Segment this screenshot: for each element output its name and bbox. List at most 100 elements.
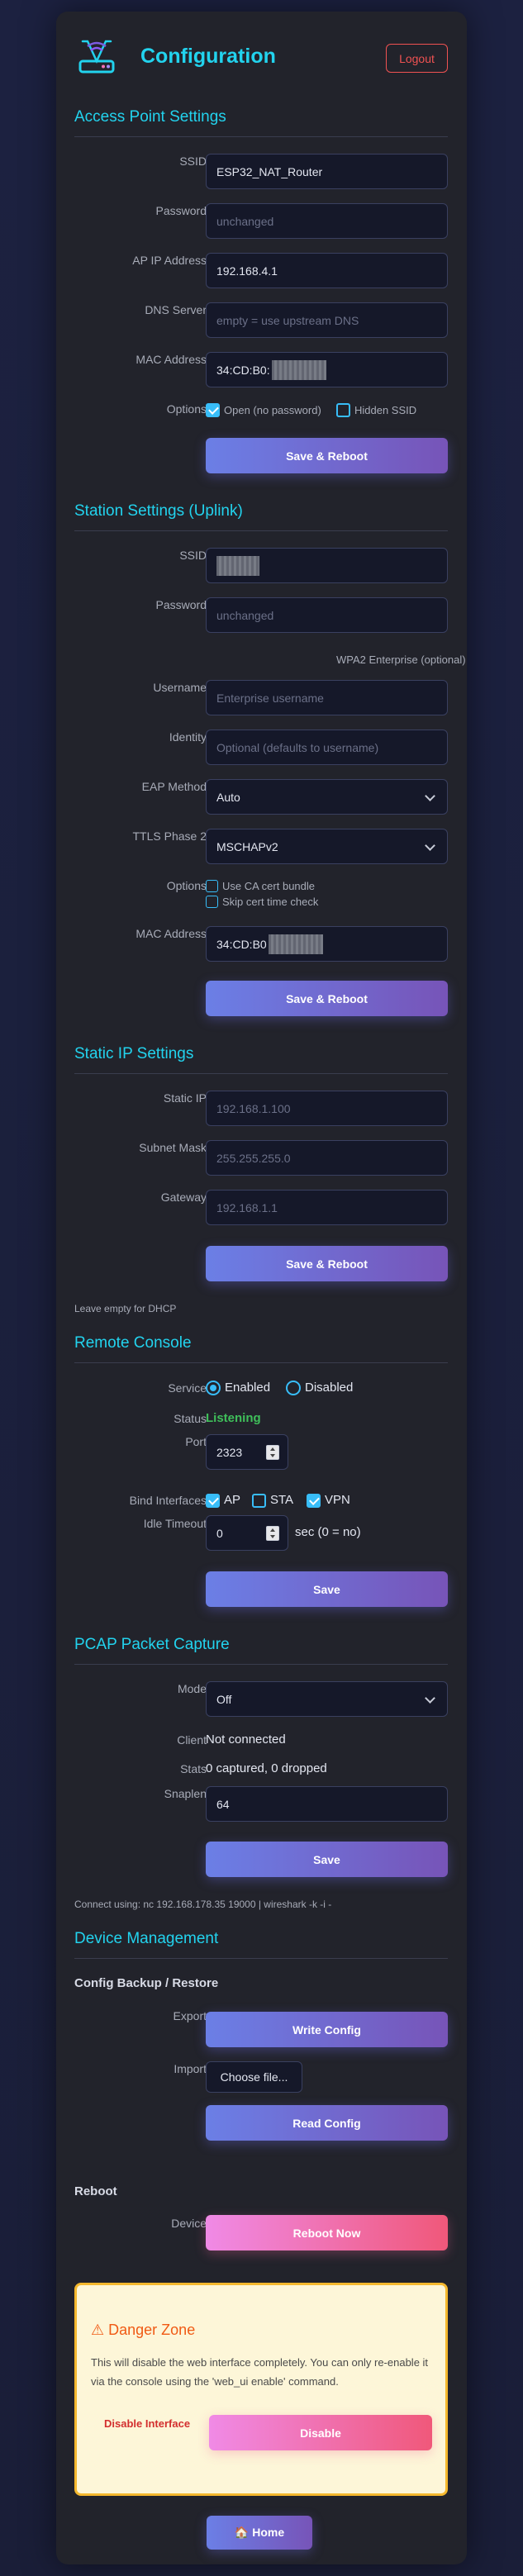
- identity-input[interactable]: Optional (defaults to username): [206, 730, 448, 765]
- choose-file-button[interactable]: Choose file...: [206, 2061, 302, 2093]
- sta-options-label: Options: [166, 879, 207, 892]
- device-label: Device: [171, 2217, 207, 2230]
- open-network-label: Open (no password): [224, 404, 321, 416]
- username-input[interactable]: Enterprise username: [206, 680, 448, 715]
- ap-save-reboot-button[interactable]: Save & Reboot: [206, 438, 448, 473]
- section-divider: [74, 1664, 448, 1665]
- ap-ssid-label: SSID: [179, 154, 207, 168]
- section-divider: [74, 1958, 448, 1959]
- pcap-mode-select[interactable]: Off: [206, 1681, 448, 1717]
- port-value: 2323: [216, 1445, 243, 1459]
- reboot-heading: Reboot: [74, 2184, 117, 2198]
- hidden-ssid-checkbox[interactable]: [336, 403, 350, 417]
- sta-mac-value: 34:CD:B0: [216, 937, 267, 951]
- static-ip-save-reboot-button[interactable]: Save & Reboot: [206, 1246, 448, 1281]
- backup-restore-heading: Config Backup / Restore: [74, 1976, 219, 1990]
- skip-time-checkbox[interactable]: [206, 896, 218, 908]
- console-status-value: Listening: [206, 1411, 261, 1425]
- ap-mac-label: MAC Address: [136, 353, 207, 366]
- open-network-checkbox[interactable]: [206, 403, 220, 417]
- gateway-input[interactable]: 192.168.1.1: [206, 1190, 448, 1225]
- home-button[interactable]: 🏠 Home: [207, 2516, 312, 2550]
- ap-password-input[interactable]: unchanged: [206, 203, 448, 239]
- eap-method-value: Auto: [216, 790, 240, 804]
- section-divider: [74, 530, 448, 531]
- idle-timeout-value: 0: [216, 1526, 223, 1540]
- bind-ap-checkbox[interactable]: [206, 1494, 220, 1508]
- username-label: Username: [153, 681, 207, 694]
- pcap-client-label: Client: [177, 1733, 207, 1747]
- bind-sta-checkbox[interactable]: [252, 1494, 266, 1508]
- dhcp-note: Leave empty for DHCP: [74, 1303, 177, 1314]
- reboot-now-button[interactable]: Reboot Now: [206, 2215, 448, 2250]
- ca-bundle-checkbox[interactable]: [206, 880, 218, 892]
- service-disabled-label: Disabled: [305, 1381, 354, 1395]
- subnet-mask-input[interactable]: 255.255.255.0: [206, 1140, 448, 1176]
- ttls-phase2-value: MSCHAPv2: [216, 839, 278, 853]
- bind-sta-label: STA: [270, 1493, 294, 1507]
- static-ip-input[interactable]: 192.168.1.100: [206, 1091, 448, 1126]
- write-config-button[interactable]: Write Config: [206, 2012, 448, 2047]
- router-wifi-icon: [78, 40, 115, 74]
- dns-server-input[interactable]: empty = use upstream DNS: [206, 302, 448, 338]
- danger-zone-title: ⚠ Danger Zone: [91, 2322, 196, 2338]
- section-title-static-ip: Static IP Settings: [74, 1045, 194, 1062]
- service-disabled-radio[interactable]: [286, 1381, 301, 1395]
- port-input[interactable]: 2323: [206, 1434, 288, 1470]
- danger-zone-text: This will disable the web interface comp…: [91, 2356, 429, 2388]
- section-title-ap: Access Point Settings: [74, 108, 226, 126]
- eap-method-select[interactable]: Auto: [206, 779, 448, 815]
- sta-password-label: Password: [155, 598, 207, 611]
- idle-timeout-input[interactable]: 0: [206, 1515, 288, 1551]
- sta-mac-input[interactable]: 34:CD:B0: [206, 926, 448, 962]
- hidden-ssid-label: Hidden SSID: [354, 404, 417, 416]
- sta-ssid-input[interactable]: [206, 548, 448, 583]
- service-enabled-label: Enabled: [225, 1381, 271, 1395]
- redacted-ssid-block: [216, 555, 259, 576]
- ap-mac-value: 34:CD:B0:: [216, 363, 270, 377]
- ap-options-label: Options: [166, 402, 207, 416]
- section-divider: [74, 1362, 448, 1363]
- port-stepper[interactable]: [266, 1445, 279, 1460]
- sta-ssid-label: SSID: [179, 549, 207, 562]
- pcap-mode-value: Off: [216, 1692, 232, 1706]
- bind-ap-label: AP: [224, 1493, 241, 1507]
- snaplen-input[interactable]: 64: [206, 1786, 448, 1822]
- bind-interfaces-label: Bind Interfaces: [129, 1494, 207, 1507]
- idle-timeout-suffix: sec (0 = no): [295, 1525, 361, 1539]
- enterprise-note: WPA2 Enterprise (optional): [336, 654, 466, 666]
- ap-mac-input[interactable]: 34:CD:B0:: [206, 352, 448, 387]
- section-title-pcap: PCAP Packet Capture: [74, 1636, 230, 1653]
- service-enabled-radio[interactable]: [206, 1381, 221, 1395]
- service-label: Service: [168, 1381, 207, 1395]
- identity-label: Identity: [169, 730, 207, 744]
- ca-bundle-label: Use CA cert bundle: [222, 880, 316, 892]
- sta-password-input[interactable]: unchanged: [206, 597, 448, 633]
- port-label: Port: [185, 1435, 207, 1448]
- pcap-save-button[interactable]: Save: [206, 1842, 448, 1877]
- pcap-stats-label: Stats: [180, 1762, 207, 1775]
- section-divider: [74, 136, 448, 137]
- idle-timeout-stepper[interactable]: [266, 1526, 279, 1541]
- ttls-phase2-select[interactable]: MSCHAPv2: [206, 829, 448, 864]
- page-header: Configuration Logout: [56, 12, 467, 102]
- ap-ip-input[interactable]: 192.168.4.1: [206, 253, 448, 288]
- logout-button[interactable]: Logout: [386, 44, 448, 73]
- bind-vpn-checkbox[interactable]: [307, 1494, 321, 1508]
- sta-mac-label: MAC Address: [136, 927, 207, 940]
- sta-save-reboot-button[interactable]: Save & Reboot: [206, 981, 448, 1016]
- console-save-button[interactable]: Save: [206, 1571, 448, 1607]
- status-label: Status: [174, 1412, 207, 1425]
- pcap-mode-label: Mode: [177, 1682, 207, 1695]
- ap-ssid-input[interactable]: ESP32_NAT_Router: [206, 154, 448, 189]
- subnet-mask-label: Subnet Mask: [139, 1141, 207, 1154]
- read-config-button[interactable]: Read Config: [206, 2105, 448, 2141]
- disable-button[interactable]: Disable: [209, 2415, 432, 2450]
- skip-time-label: Skip cert time check: [222, 896, 319, 908]
- section-divider: [74, 1073, 448, 1074]
- redacted-mac-block: [271, 359, 326, 380]
- import-label: Import: [174, 2062, 207, 2075]
- redacted-mac-block: [268, 934, 323, 954]
- static-ip-label: Static IP: [163, 1091, 207, 1105]
- pcap-stats-value: 0 captured, 0 dropped: [206, 1761, 327, 1775]
